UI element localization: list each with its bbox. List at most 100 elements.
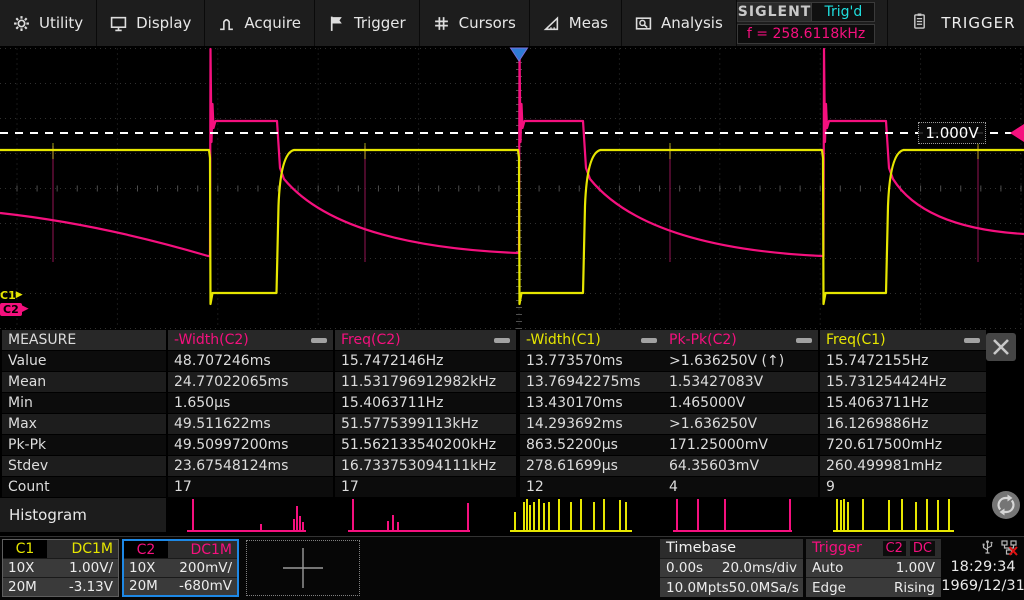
measure-cell: 11.531796912982kHz [335,372,516,392]
trigger-level: 1.00V [896,560,935,576]
measure-cell: 1.650µs [168,393,333,413]
menu-item-label: Trigger [354,14,406,32]
measure-cell: 48.707246ms [168,351,333,371]
measure-table: MEASUREValueMeanMinMaxPk-PkStdevCount-Wi… [0,330,1024,497]
histogram-spike [302,522,304,532]
acquire-icon [218,15,235,32]
menu-item-trigger-panel[interactable]: TRIGGER [887,0,1024,46]
histogram-baseline [187,530,306,532]
bandwidth-limit: 20M [8,579,37,595]
menu-item-acquire[interactable]: Acquire [205,0,315,46]
c1-zero-marker[interactable]: C1▶ [0,289,23,302]
measure-cell: 16.733753094111kHz [335,456,516,476]
histogram-spike [548,502,550,532]
measure-row-label: Count [2,477,166,497]
histogram-spike [724,499,726,532]
minus-icon[interactable] [641,338,657,343]
measure-cell: 171.25000mV [663,435,818,455]
menu-item-utility[interactable]: Utility [0,0,97,46]
menu-item-meas[interactable]: Meas [530,0,622,46]
probe-attenuation: 10X [8,560,34,576]
measure-cell: 15.4063711Hz [820,393,986,413]
trigger-box[interactable]: Trigger C2 DC Auto 1.00V Edge Rising [806,539,941,597]
channel-offset: -680mV [179,578,232,594]
trigger-position-marker[interactable] [511,48,528,61]
lan-offline-icon [1001,540,1018,556]
channel-coupling: DC1M [71,541,118,557]
menu-item-display[interactable]: Display [97,0,205,46]
channel-bw-offset-row: 20M-3.13V [3,578,118,596]
histogram-spike [789,499,791,532]
menu-item-trigger[interactable]: Trigger [315,0,420,46]
histogram-spike [862,499,864,532]
measure-cell: 51.562133540200kHz [335,435,516,455]
histogram-spike [625,502,627,532]
measure-column-header: Freq(C2) [335,330,516,350]
minus-icon[interactable] [964,338,980,343]
menu-item-analysis[interactable]: Analysis [622,0,737,46]
measure-cell: 863.52200µs [520,435,663,455]
close-measure-button[interactable] [986,333,1016,361]
c2-trace [0,49,1024,256]
minus-icon[interactable] [494,338,510,343]
add-channel-button[interactable] [246,540,360,596]
histogram-spike [533,502,535,532]
memory-depth: 10.0Mpts [666,580,729,596]
menu-item-label: Analysis [661,14,723,32]
histogram-spike [514,512,516,532]
gear-icon [13,15,30,32]
plus-icon [281,546,325,590]
measure-column-header: -Width(C1) [520,330,663,350]
analysis-icon [635,15,652,32]
histogram-spike [580,499,582,532]
measure-row-label: Mean [2,372,166,392]
measure-row-label: Stdev [2,456,166,476]
minus-icon[interactable] [311,338,327,343]
trigger-status-badge: Trig'd [811,3,874,21]
measure-cell: 23.67548124ms [168,456,333,476]
trigger-level-marker[interactable] [1010,124,1024,142]
trigger-slope: Rising [894,580,935,596]
histogram-spike [296,506,298,532]
menu-item-label: Utility [39,14,83,32]
histogram-spike [570,502,572,532]
measure-cell: 13.76942275ms [520,372,663,392]
measure-column-title: Pk-Pk(C2) [669,332,737,348]
channel-box-c2[interactable]: C2DC1M10X200mV/20M-680mV [122,539,239,597]
c2-zero-marker[interactable]: C2▶ [0,303,29,316]
timebase-box[interactable]: Timebase 0.00s 20.0ms/div 10.0Mpts 50.0M… [660,539,803,597]
timebase-title: Timebase [666,540,736,556]
probe-attenuation: 10X [129,560,155,576]
reset-statistics-button[interactable] [992,491,1020,519]
display-icon [110,15,127,32]
menu-item-cursors[interactable]: Cursors [420,0,530,46]
refresh-icon [992,491,1020,519]
histogram-spike [676,499,678,532]
top-menu-bar: Utility DisplayAcquire Trigger CursorsMeas A… [0,0,1024,46]
histogram-spike [840,500,842,532]
measure-column-header: -Width(C2) [168,330,333,350]
trigger-type: Edge [812,580,846,596]
measure-column-title: Freq(C1) [826,332,886,348]
channel-coupling: DC1M [190,542,237,558]
histogram-spike [948,499,950,532]
measure-cell: >1.636250V (↑) [663,351,818,371]
histogram-spike [392,515,394,532]
channel-name-badge: C2 [124,541,168,558]
trigger-coupling-badge: DC [910,541,935,556]
measure-column-title: Freq(C2) [341,332,401,348]
waveform-display[interactable]: 1.000V C1▶ C2▶ [0,46,1024,330]
histogram-spike [526,499,528,532]
histogram-spike [543,503,545,532]
trigger-level-label[interactable]: 1.000V [918,122,986,144]
measure-cell: 4 [663,477,818,497]
close-icon [994,340,1008,354]
meas-icon [543,15,560,32]
measure-column-header: Freq(C1) [820,330,986,350]
measure-cell: 260.499981mHz [820,456,986,476]
minus-icon[interactable] [796,338,812,343]
channel-box-c1[interactable]: C1DC1M10X1.00V/20M-3.13V [2,539,119,597]
measurement-histogram-row: Histogram [0,497,1024,536]
measure-cell: 12 [520,477,663,497]
histogram-spike [352,499,354,532]
